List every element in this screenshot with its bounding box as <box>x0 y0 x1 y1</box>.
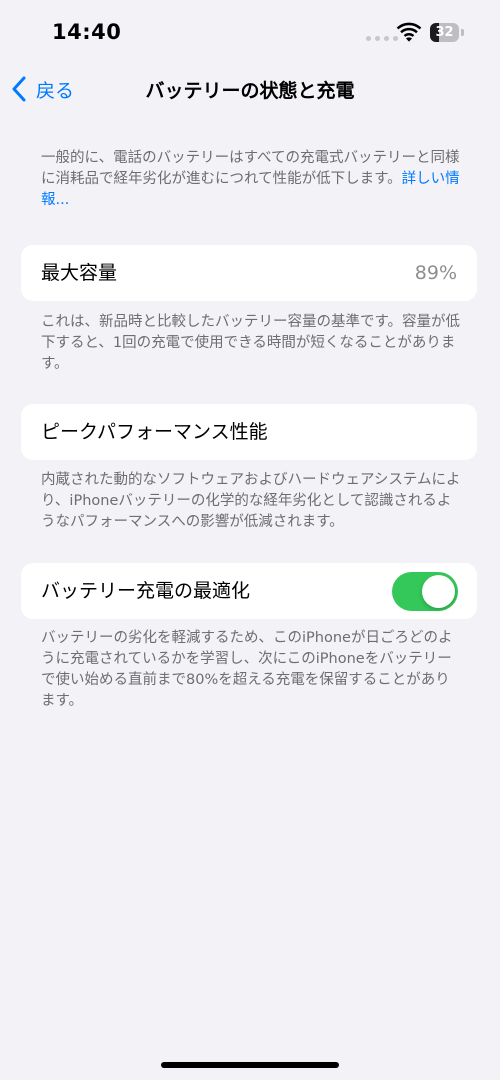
home-indicator[interactable] <box>161 1062 339 1068</box>
max-capacity-row: 最大容量 89% <box>21 245 477 301</box>
status-bar: 14:40 32 <box>0 0 500 64</box>
peak-performance-label: ピークパフォーマンス性能 <box>41 421 268 443</box>
optimized-charging-note: バッテリーの劣化を軽減するため、このiPhoneが日ごろどのように充電されている… <box>41 630 453 709</box>
status-time: 14:40 <box>52 20 122 44</box>
cellular-signal-icon <box>366 36 398 41</box>
max-capacity-value: 89% <box>414 262 457 284</box>
peak-performance-note: 内蔵された動的なソフトウェアおよびハードウェアシステムにより、iPhoneバッテ… <box>41 472 461 530</box>
max-capacity-note: これは、新品時と比較したバッテリー容量の基準です。容量が低下すると、1回の充電で… <box>41 314 461 372</box>
toggle-knob <box>422 575 455 608</box>
wifi-icon <box>396 22 422 42</box>
max-capacity-label: 最大容量 <box>41 262 118 284</box>
peak-performance-row: ピークパフォーマンス性能 <box>21 404 477 460</box>
optimized-charging-toggle[interactable] <box>392 572 458 611</box>
optimized-charging-row: バッテリー充電の最適化 <box>21 563 477 619</box>
battery-icon: 32 <box>430 23 464 42</box>
battery-level: 32 <box>435 25 454 40</box>
nav-bar: 戻る バッテリーの状態と充電 <box>0 64 500 114</box>
page-title: バッテリーの状態と充電 <box>145 80 355 102</box>
intro-text: 一般的に、電話のバッテリーはすべての充電式バッテリーと同様に消耗品で経年劣化が進… <box>41 148 461 211</box>
optimized-charging-label: バッテリー充電の最適化 <box>41 580 251 602</box>
intro-description: 一般的に、電話のバッテリーはすべての充電式バッテリーと同様に消耗品で経年劣化が進… <box>41 150 460 187</box>
